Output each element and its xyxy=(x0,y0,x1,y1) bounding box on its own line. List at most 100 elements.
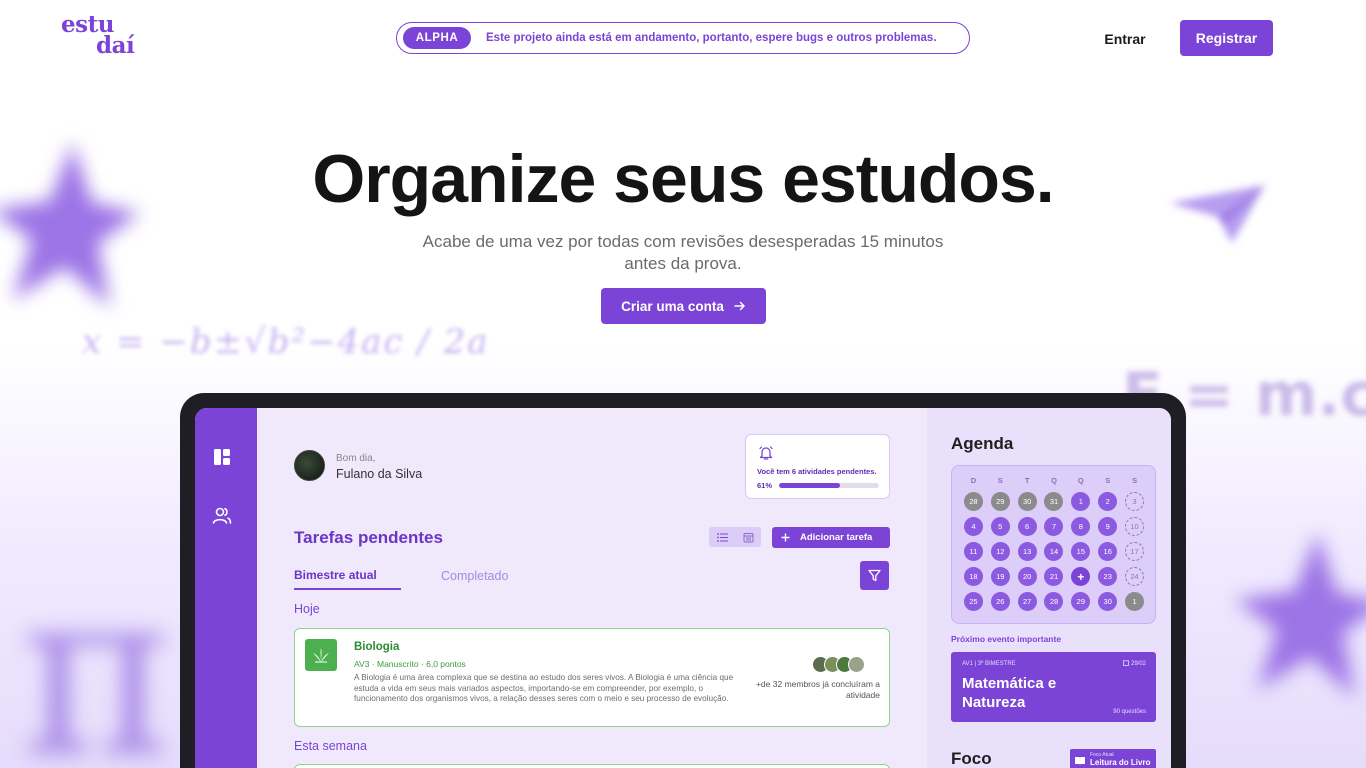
progress-bar xyxy=(779,483,879,488)
calendar-day[interactable]: 1 xyxy=(1125,592,1145,611)
login-button[interactable]: Entrar xyxy=(1092,21,1158,56)
focus-title: Foco xyxy=(951,749,992,768)
register-button[interactable]: Registrar xyxy=(1180,20,1273,56)
task-card[interactable]: Biologia AV3 · Manuscrito · 6,0 pontos A… xyxy=(294,628,890,727)
focus-badge[interactable]: Foco Atual Leitura do Livro xyxy=(1070,749,1156,768)
create-account-button[interactable]: Criar uma conta xyxy=(601,288,766,324)
filter-icon xyxy=(868,569,881,582)
calendar-day[interactable]: 24 xyxy=(1125,567,1145,586)
list-view-button[interactable] xyxy=(709,527,735,547)
calendar-day[interactable]: 19 xyxy=(990,567,1010,586)
bell-icon xyxy=(759,446,773,460)
progress-percent: 61% xyxy=(757,481,773,490)
dashboard-icon[interactable] xyxy=(211,446,233,468)
section-today: Hoje xyxy=(294,602,320,616)
calendar-day[interactable]: 2 xyxy=(1098,492,1118,511)
calendar-day[interactable]: 10 xyxy=(1125,517,1145,536)
calendar-day[interactable]: 15 xyxy=(1071,542,1091,561)
avatar[interactable] xyxy=(294,450,325,481)
formula-decoration: x = −b±√b²−4ac / 2a xyxy=(82,322,490,362)
task-card[interactable] xyxy=(294,764,890,768)
task-meta: AV3 · Manuscrito · 6,0 pontos xyxy=(354,659,466,669)
create-account-label: Criar uma conta xyxy=(621,298,724,314)
logo[interactable]: estu daí xyxy=(61,13,135,59)
task-title: Biologia xyxy=(354,641,400,653)
tasks-title: Tarefas pendentes xyxy=(294,528,443,547)
calendar-day[interactable]: 28 xyxy=(1044,592,1064,611)
event-card[interactable]: AV1 | 3º BIMESTRE 29/02 Matemática e Nat… xyxy=(951,652,1156,722)
book-icon xyxy=(1075,757,1085,765)
calendar-day[interactable]: 11 xyxy=(963,542,983,561)
focus-badge-label: Leitura do Livro xyxy=(1090,758,1151,767)
calendar-day[interactable]: 21 xyxy=(1044,567,1064,586)
calendar-weekday: S xyxy=(1132,476,1138,485)
event-title: Matemática e Natureza xyxy=(962,675,1057,711)
filter-button[interactable] xyxy=(860,561,889,590)
calendar-day[interactable]: 7 xyxy=(1044,517,1064,536)
calendar-icon xyxy=(743,532,753,542)
greeting: Bom dia, xyxy=(336,453,376,464)
star-decoration-icon xyxy=(1235,532,1366,698)
calendar-day[interactable]: 14 xyxy=(1044,542,1064,561)
calendar-day[interactable]: 31 xyxy=(1044,492,1064,511)
tab-current-term[interactable]: Bimestre atual xyxy=(294,568,401,590)
event-tag: AV1 | 3º BIMESTRE xyxy=(962,661,1016,667)
calendar-day[interactable]: 26 xyxy=(990,592,1010,611)
calendar-day[interactable]: 28 xyxy=(963,492,983,511)
member-avatars xyxy=(812,656,865,673)
calendar-day[interactable]: 27 xyxy=(1017,592,1037,611)
tab-completed[interactable]: Completado xyxy=(441,569,508,583)
calendar-day[interactable]: 30 xyxy=(1098,592,1118,611)
calendar-day[interactable]: 8 xyxy=(1071,517,1091,536)
calendar-weekday: S xyxy=(997,476,1003,485)
calendar-day[interactable]: 1 xyxy=(1071,492,1091,511)
calendar-weekday: T xyxy=(1024,476,1030,485)
next-event-label: Próximo evento importante xyxy=(951,634,1062,644)
calendar-day[interactable]: 12 xyxy=(990,542,1010,561)
calendar-day[interactable]: 6 xyxy=(1017,517,1037,536)
calendar-day[interactable]: 23 xyxy=(1098,567,1118,586)
alpha-badge: ALPHA xyxy=(403,27,471,49)
calendar-add-event-button[interactable]: + xyxy=(1071,567,1091,586)
calendar-weekday: D xyxy=(970,476,977,485)
member-avatar xyxy=(848,656,865,673)
event-questions: 90 questões xyxy=(1113,709,1146,715)
calendar-day[interactable]: 20 xyxy=(1017,567,1037,586)
list-icon xyxy=(716,532,728,542)
calendar-day[interactable]: 18 xyxy=(963,567,983,586)
calendar-day[interactable]: 29 xyxy=(990,492,1010,511)
notification-card[interactable]: Você tem 6 atividades pendentes. 61% xyxy=(745,434,890,499)
calendar-grid: D S T Q Q S S 28 29 30 31 1 2 3 4 5 6 7 8 9 10 11 12 13 14 15 16 17… xyxy=(960,476,1148,611)
calendar-weekday: S xyxy=(1105,476,1111,485)
users-icon[interactable] xyxy=(211,505,233,527)
alpha-banner: ALPHA Este projeto ainda está em andamen… xyxy=(396,22,970,54)
pi-decoration: π xyxy=(20,541,172,768)
progress-bar-fill xyxy=(779,483,840,488)
calendar-day[interactable]: 9 xyxy=(1098,517,1118,536)
calendar-day[interactable]: 13 xyxy=(1017,542,1037,561)
arrow-right-icon xyxy=(734,301,745,311)
members-completed-text: +de 32 membros já concluíram a atividade xyxy=(755,679,880,700)
agenda-title: Agenda xyxy=(951,434,1014,453)
hero-title: Organize seus estudos. xyxy=(312,141,1054,217)
calendar-day[interactable]: 30 xyxy=(1017,492,1037,511)
calendar-day[interactable]: 4 xyxy=(963,517,983,536)
section-this-week: Esta semana xyxy=(294,739,367,753)
calendar-day[interactable]: 5 xyxy=(990,517,1010,536)
calendar-day[interactable]: 29 xyxy=(1071,592,1091,611)
pending-count-text: Você tem 6 atividades pendentes. xyxy=(757,467,877,476)
plant-icon xyxy=(305,639,337,671)
calendar-day[interactable]: 16 xyxy=(1098,542,1118,561)
view-toggle xyxy=(709,527,761,547)
calendar-view-button[interactable] xyxy=(735,527,761,547)
agenda-panel: Agenda D S T Q Q S S 28 29 30 31 1 2 3 4 5 6 7 8 9 10 11 12 13 1… xyxy=(927,408,1171,768)
logo-line-2: daí xyxy=(96,32,135,59)
calendar-day[interactable]: 25 xyxy=(963,592,983,611)
user-name: Fulano da Silva xyxy=(336,467,423,481)
calendar-weekday: Q xyxy=(1077,476,1084,485)
calendar-day[interactable]: 17 xyxy=(1125,542,1145,561)
calendar-day[interactable]: 3 xyxy=(1125,492,1145,511)
add-task-label: Adicionar tarefa xyxy=(800,532,873,543)
add-task-button[interactable]: Adicionar tarefa xyxy=(772,527,890,548)
task-description: A Biologia é uma área complexa que se de… xyxy=(354,673,734,703)
